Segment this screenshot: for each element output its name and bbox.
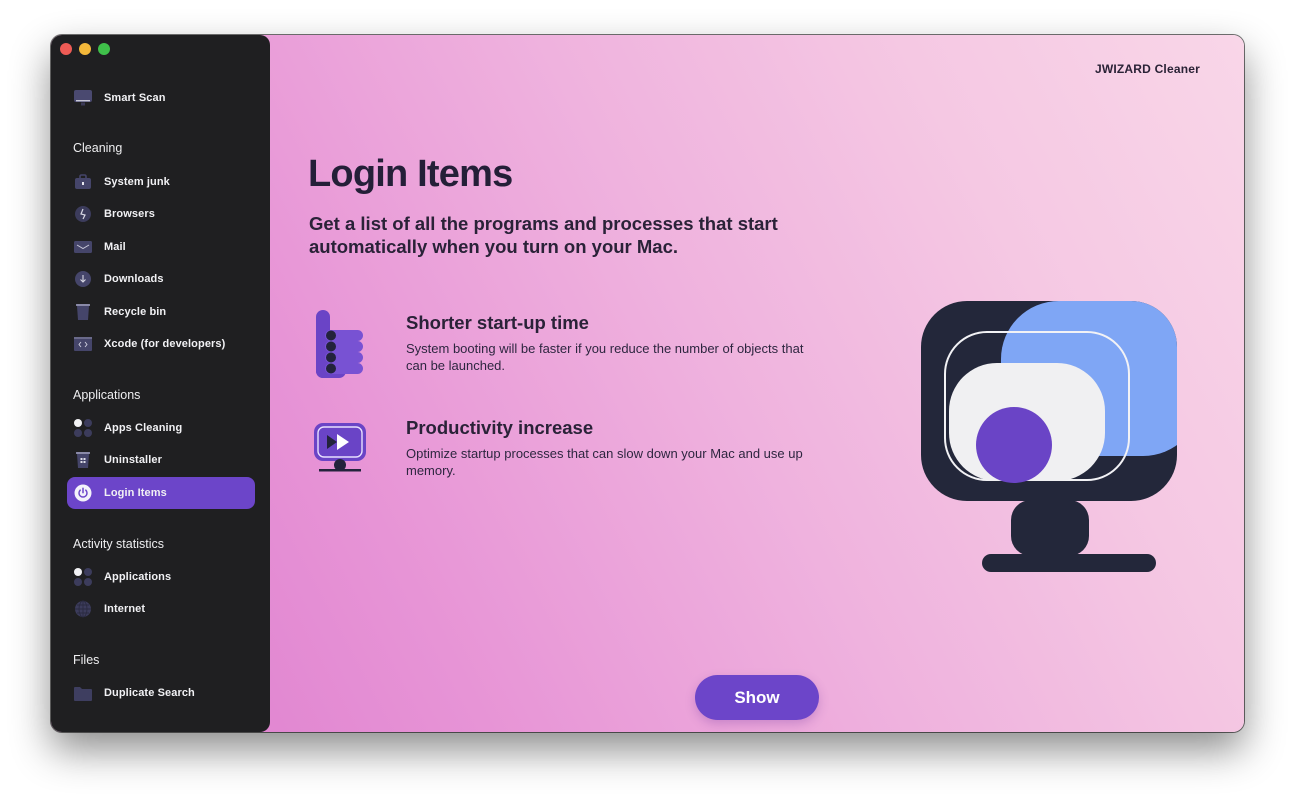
minimize-window-button[interactable] xyxy=(79,43,91,55)
sidebar-item-browsers[interactable]: Browsers xyxy=(67,198,255,230)
briefcase-icon xyxy=(73,172,93,192)
feature-description: System booting will be faster if you red… xyxy=(406,341,804,373)
sidebar-item-smart-scan[interactable]: Smart Scan xyxy=(67,82,255,114)
sidebar-item-duplicate-search[interactable]: Duplicate Search xyxy=(67,677,255,709)
envelope-icon xyxy=(73,237,93,257)
download-icon xyxy=(73,269,93,289)
apps-grid-icon xyxy=(73,418,93,438)
sidebar-item-mail[interactable]: Mail xyxy=(67,231,255,263)
folder-icon xyxy=(73,683,93,703)
power-icon xyxy=(73,483,93,503)
sidebar-item-system-junk[interactable]: System junk xyxy=(67,166,255,198)
sidebar-item-xcode[interactable]: Xcode (for developers) xyxy=(67,328,255,360)
sidebar-item-login-items[interactable]: Login Items xyxy=(67,477,255,509)
page-title: Login Items xyxy=(308,153,513,195)
app-brand: JWIZARD Cleaner xyxy=(1094,62,1200,76)
sidebar-item-downloads[interactable]: Downloads xyxy=(67,263,255,295)
feature-description: Optimize startup processes that can slow… xyxy=(406,446,803,478)
show-button[interactable]: Show xyxy=(695,675,819,720)
sidebar-item-apps-cleaning[interactable]: Apps Cleaning xyxy=(67,412,255,444)
monitor-base xyxy=(982,554,1156,572)
close-window-button[interactable] xyxy=(60,43,72,55)
zoom-window-button[interactable] xyxy=(98,43,110,55)
trash-icon xyxy=(73,302,93,322)
section-title-activity-statistics: Activity statistics xyxy=(73,537,164,551)
window-controls xyxy=(60,43,110,55)
section-title-files: Files xyxy=(73,653,100,667)
sidebar-item-internet[interactable]: Internet xyxy=(67,593,255,625)
uninstall-bin-icon xyxy=(73,450,93,470)
sidebar-item-uninstaller[interactable]: Uninstaller xyxy=(67,444,255,476)
monitor-icon xyxy=(73,88,93,108)
monitor-neck xyxy=(1011,500,1089,556)
feature-title: Shorter start-up time xyxy=(406,312,589,333)
compass-icon xyxy=(73,204,93,224)
app-window: Smart Scan Cleaning System junk Browsers… xyxy=(51,35,1244,732)
purple-circle xyxy=(976,407,1052,483)
page-subtitle: Get a list of all the programs and proce… xyxy=(309,213,778,257)
globe-icon xyxy=(73,599,93,619)
sidebar-item-recycle-bin[interactable]: Recycle bin xyxy=(67,296,255,328)
code-icon xyxy=(73,334,93,354)
login-items-illustration xyxy=(919,299,1181,582)
sidebar: Smart Scan Cleaning System junk Browsers… xyxy=(51,35,270,732)
sidebar-item-activity-applications[interactable]: Applications xyxy=(67,561,255,593)
monitor-play-icon xyxy=(313,421,369,482)
thumbs-up-icon xyxy=(315,310,365,385)
apps-grid-icon xyxy=(73,567,93,587)
section-title-applications: Applications xyxy=(73,388,141,402)
section-title-cleaning: Cleaning xyxy=(73,141,123,155)
feature-title: Productivity increase xyxy=(406,417,594,438)
